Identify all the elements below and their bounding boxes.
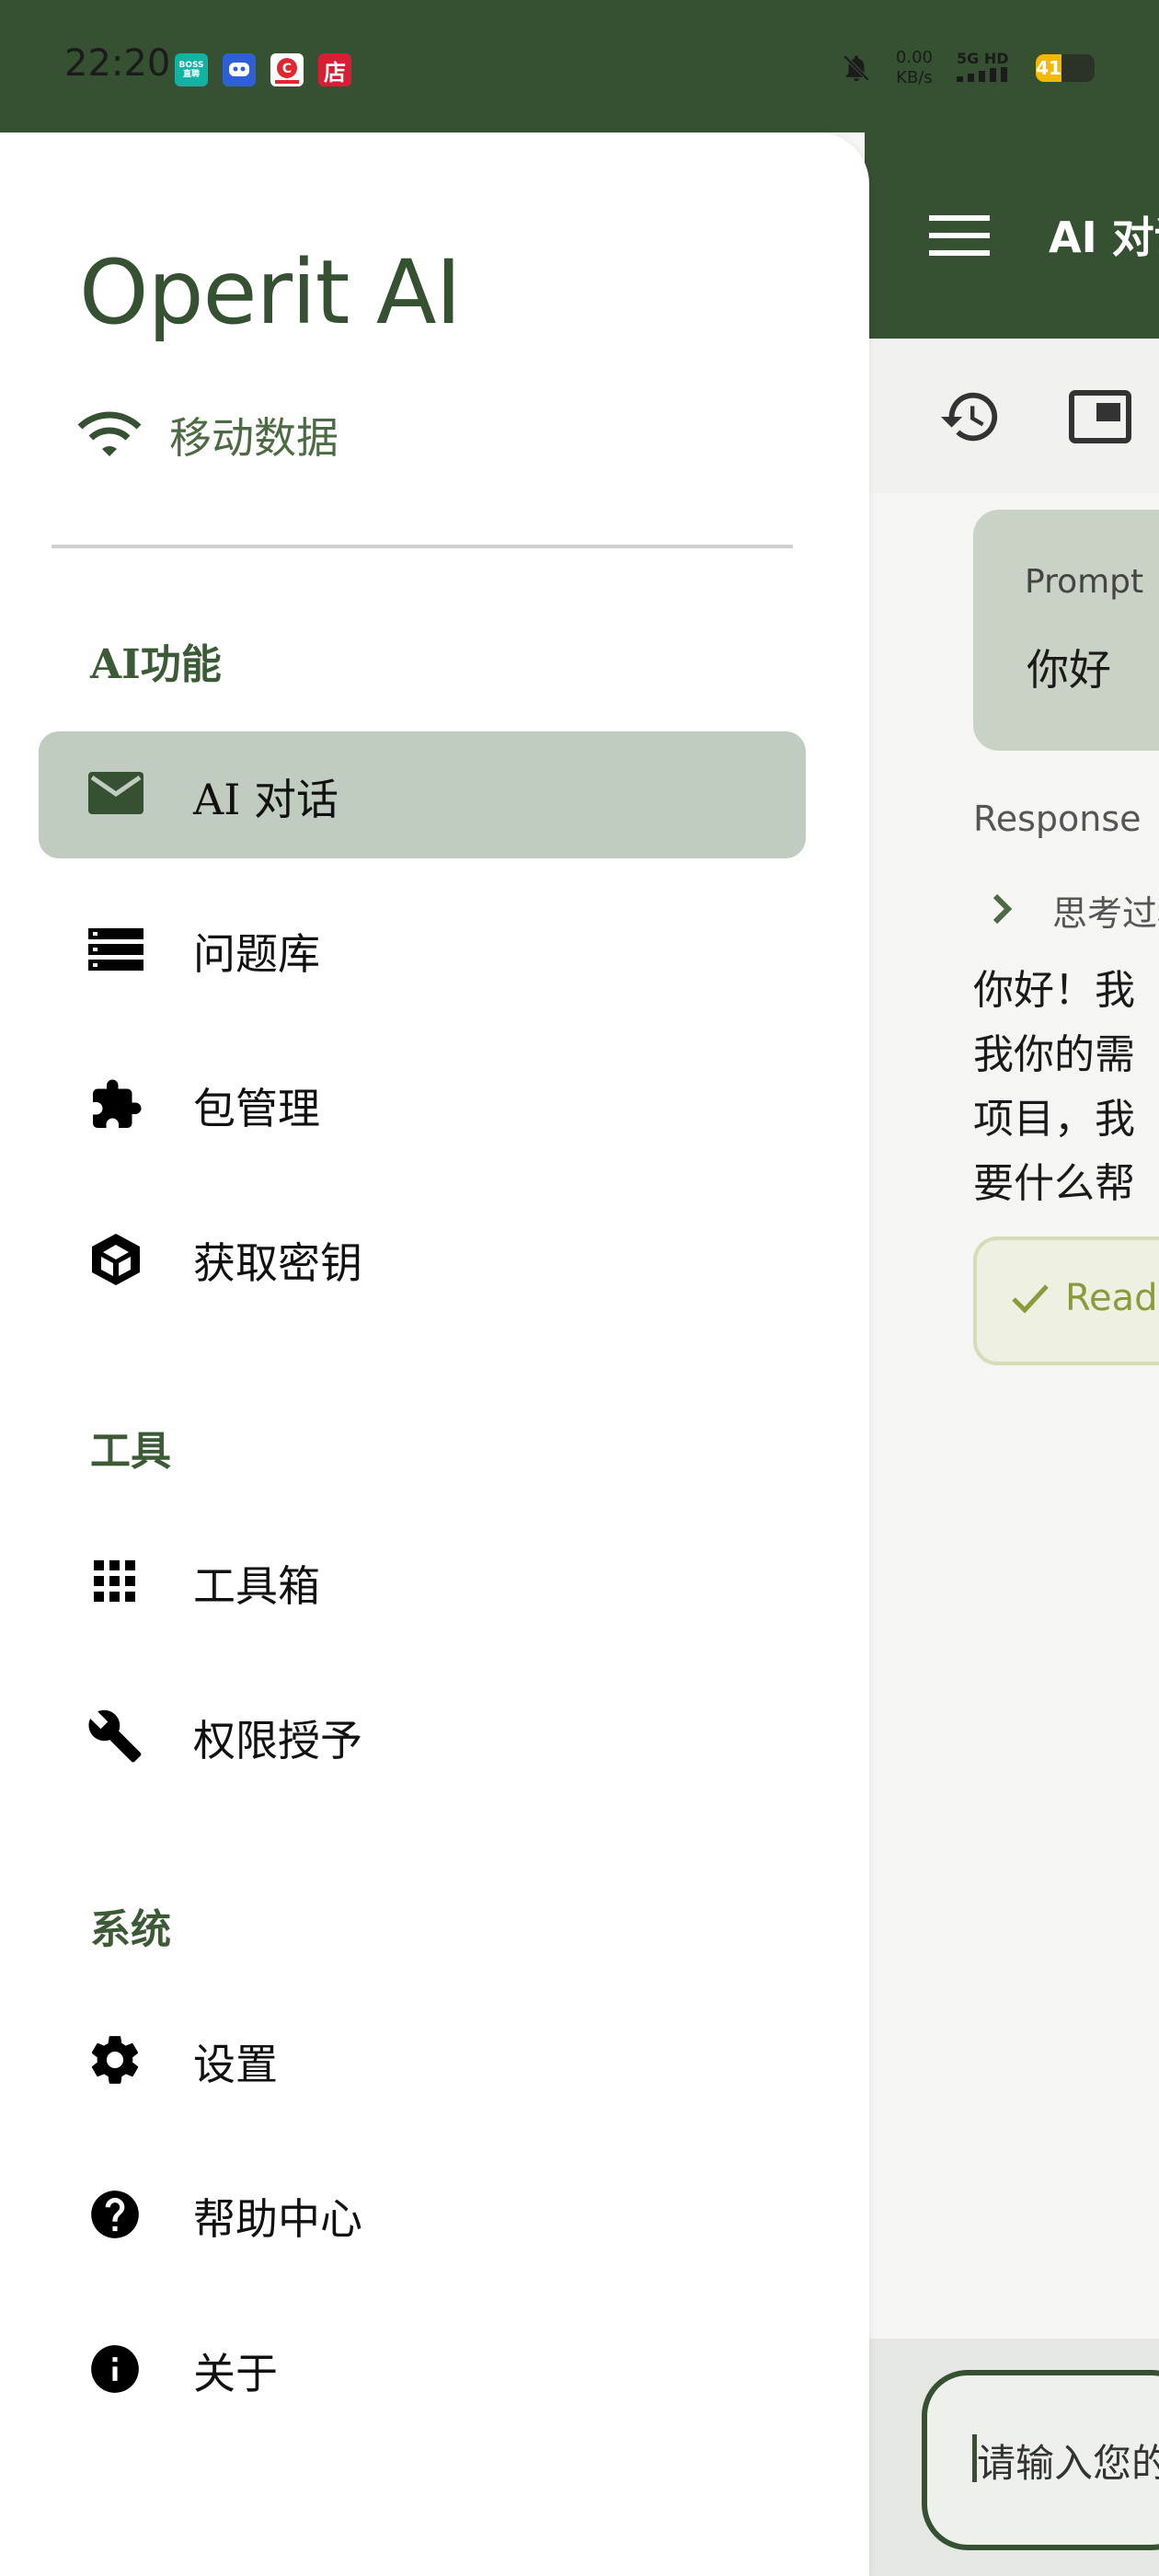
grid-icon	[92, 1558, 138, 1604]
nav-label: 问题库	[193, 929, 320, 979]
check-icon	[1010, 1281, 1050, 1321]
prompt-label: Prompt	[1025, 563, 1144, 601]
drawer-divider	[52, 545, 793, 548]
section-header-ai: AI功能	[90, 641, 222, 688]
network-status: 移动数据	[169, 413, 339, 463]
section-header-system: 系统	[90, 1906, 171, 1953]
status-chip-label: Ready	[1065, 1277, 1159, 1319]
thinking-toggle[interactable]: 思考过程	[1052, 885, 1159, 936]
battery-icon: 41	[1036, 54, 1095, 82]
nav-item-toolbox[interactable]: 工具箱	[39, 1518, 806, 1645]
response-text: 你好！我 我你的需 项目，我 要什么帮	[973, 967, 1135, 1207]
nav-label: 获取密钥	[193, 1238, 362, 1288]
wifi-icon	[77, 410, 142, 464]
nav-label: 包管理	[193, 1084, 320, 1133]
nav-item-about[interactable]: 关于	[39, 2306, 806, 2432]
prompt-text: 你好	[1027, 645, 1111, 695]
signal-icon: 5G HD	[957, 51, 1012, 86]
red-app-icon: C	[270, 53, 304, 86]
status-app-icons: BOSS 直聘 C 店	[175, 53, 351, 86]
response-label: Response	[973, 799, 1142, 839]
help-icon	[91, 2191, 139, 2238]
nav-label: 权限授予	[193, 1716, 362, 1765]
chevron-right-icon[interactable]	[990, 891, 1016, 931]
message-input-placeholder: 请输入您的	[977, 2441, 1159, 2486]
app-title: AI 对话	[1049, 213, 1159, 262]
nav-item-package-manager[interactable]: 包管理	[39, 1041, 806, 1167]
gear-icon	[91, 2036, 139, 2084]
bot-app-icon	[223, 53, 256, 86]
nav-item-get-key[interactable]: 获取密钥	[39, 1195, 806, 1322]
puzzle-icon	[92, 1079, 142, 1128]
mail-icon	[88, 772, 143, 818]
nav-label: AI 对话	[193, 775, 339, 824]
drawer-title: Operit AI	[79, 241, 462, 344]
nav-item-settings[interactable]: 设置	[39, 1996, 806, 2123]
nav-label: 帮助中心	[193, 2194, 362, 2244]
bell-off-icon	[843, 54, 870, 82]
store-app-icon: 店	[318, 53, 351, 86]
section-header-tools: 工具	[90, 1428, 171, 1475]
info-icon	[91, 2345, 139, 2393]
network-speed: 0.00 KB/s	[895, 48, 933, 87]
nav-label: 关于	[193, 2349, 278, 2398]
cube-icon	[92, 1234, 140, 1285]
nav-item-question-library[interactable]: 问题库	[39, 886, 806, 1013]
nav-item-permissions[interactable]: 权限授予	[39, 1673, 806, 1800]
history-icon[interactable]	[938, 385, 1003, 453]
boss-app-icon: BOSS 直聘	[175, 53, 208, 86]
prompt-card	[973, 510, 1159, 751]
hamburger-menu-icon[interactable]	[929, 213, 990, 261]
storage-icon	[88, 926, 143, 972]
svg-text:C: C	[282, 62, 292, 76]
wrench-icon	[88, 1709, 142, 1763]
nav-label: 工具箱	[193, 1561, 320, 1611]
window-icon[interactable]	[1069, 390, 1131, 447]
status-indicators: 0.00 KB/s 5G HD 41	[841, 48, 1095, 88]
status-time: 22:20	[64, 42, 171, 85]
nav-item-ai-chat[interactable]: AI 对话	[39, 731, 806, 858]
nav-item-help-center[interactable]: 帮助中心	[39, 2151, 806, 2278]
nav-label: 设置	[193, 2040, 278, 2089]
status-bar: 22:20 BOSS 直聘 C 店 0.00 KB/s 5G HD 41	[0, 0, 1159, 132]
